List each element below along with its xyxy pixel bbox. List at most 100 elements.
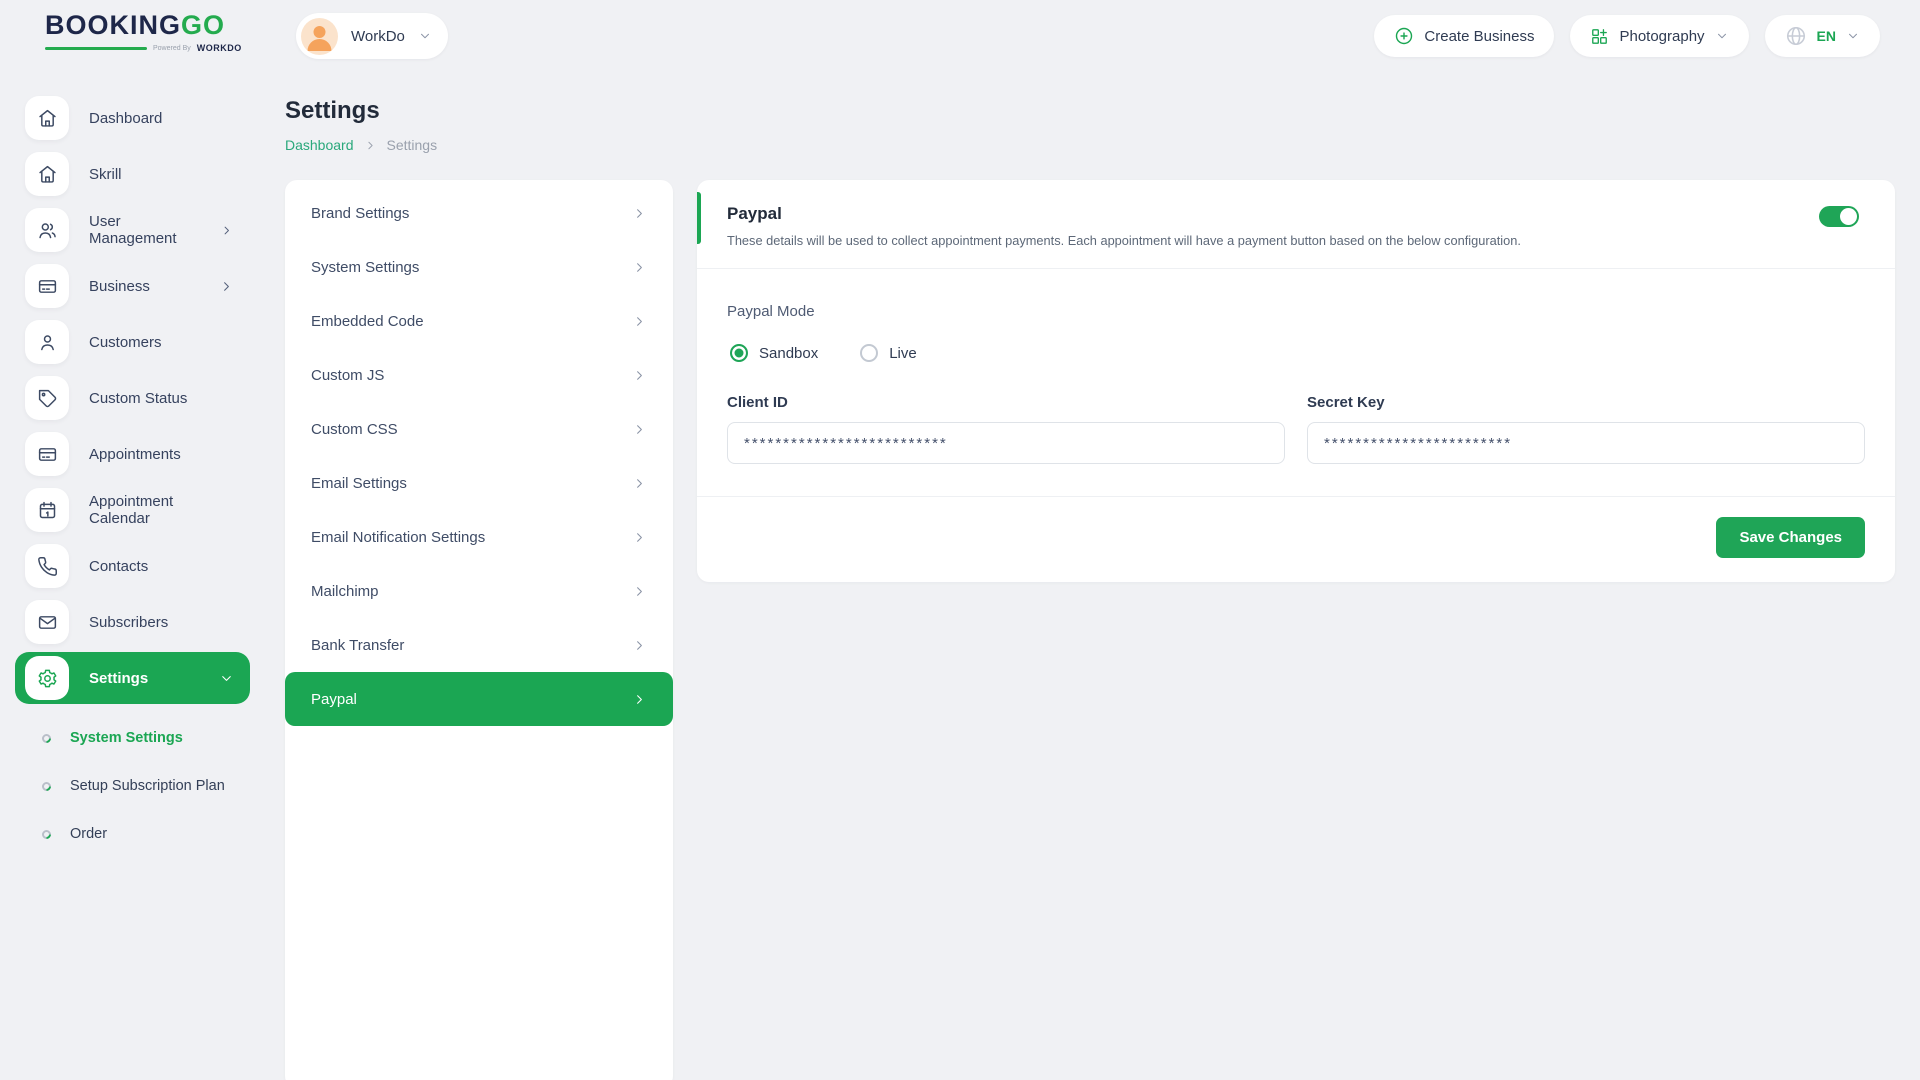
app-logo[interactable]: BOOKINGGO Powered By WORKDO [45,12,242,53]
sidebar-subitem-system-settings[interactable]: System Settings [0,714,262,762]
chevron-right-icon [632,692,647,707]
language-dropdown[interactable]: EN [1765,15,1880,57]
business-type-dropdown[interactable]: Photography [1570,15,1748,57]
settings-menu-item-system-settings[interactable]: System Settings [285,240,673,294]
paypal-mode-radio-live[interactable]: Live [860,344,917,362]
top-header: BOOKINGGO Powered By WORKDO WorkDo Creat… [0,0,1920,72]
paypal-mode-radio-sandbox[interactable]: Sandbox [730,344,818,362]
tag-icon [25,376,69,420]
page-title: Settings [285,97,1895,125]
form-field-client-id: Client ID [727,394,1285,464]
settings-menu-item-brand-settings[interactable]: Brand Settings [285,186,673,240]
chevron-right-icon [632,314,647,329]
breadcrumb-dashboard-link[interactable]: Dashboard [285,137,354,153]
chevron-right-icon [364,139,377,152]
sidebar-nav: Dashboard Skrill User Management Busin [0,92,262,704]
sidebar-item-skrill[interactable]: Skrill [15,148,250,200]
grid-plus-icon [1590,27,1609,46]
sidebar-item-user-management[interactable]: User Management [15,204,250,256]
panel-description: These details will be used to collect ap… [727,233,1859,248]
breadcrumb-current: Settings [387,137,438,153]
calendar-icon [25,488,69,532]
paypal-panel-header: Paypal These details will be used to col… [697,180,1895,268]
home-icon [25,152,69,196]
chevron-down-icon [1715,29,1729,43]
chevron-right-icon [632,638,647,653]
sidebar-item-appointments[interactable]: Appointments [15,428,250,480]
sidebar-item-appointment-calendar[interactable]: Appointment Calendar [15,484,250,536]
chevron-down-icon [219,671,234,686]
sidebar-item-contacts[interactable]: Contacts [15,540,250,592]
create-business-button[interactable]: Create Business [1374,15,1554,57]
language-label: EN [1817,28,1836,44]
user-icon [25,320,69,364]
users-icon [25,208,69,252]
sidebar: Dashboard Skrill User Management Busin [0,92,262,858]
sidebar-item-subscribers[interactable]: Subscribers [15,596,250,648]
chevron-right-icon [632,206,647,221]
phone-icon [25,544,69,588]
save-changes-button[interactable]: Save Changes [1716,517,1865,558]
chevron-down-icon [1846,29,1860,43]
settings-menu-item-email-settings[interactable]: Email Settings [285,456,673,510]
panel-title: Paypal [727,204,1859,224]
secret-key-input[interactable] [1307,422,1865,464]
settings-menu-card: Brand Settings System Settings Embedded … [285,180,673,1080]
workspace-switcher[interactable]: WorkDo [296,13,448,59]
chevron-right-icon [632,530,647,545]
chevron-right-icon [220,223,234,238]
settings-menu-item-paypal[interactable]: Paypal [285,672,673,726]
sidebar-item-business[interactable]: Business [15,260,250,312]
form-field-secret-key: Secret Key [1307,394,1865,464]
globe-icon [1785,25,1807,47]
settings-submenu: System Settings Setup Subscription Plan … [0,714,262,858]
sidebar-subitem-setup-subscription-plan[interactable]: Setup Subscription Plan [0,762,262,810]
bullet-icon [40,732,53,745]
gear-icon [25,656,69,700]
chevron-right-icon [632,368,647,383]
chevron-right-icon [632,476,647,491]
powered-by-label: Powered By [153,45,191,52]
toggle-knob [1840,208,1857,225]
workspace-name: WorkDo [351,28,405,45]
breadcrumb: Dashboard Settings [285,137,1895,153]
paypal-enabled-toggle[interactable] [1819,206,1859,227]
chevron-right-icon [632,584,647,599]
chevron-right-icon [219,279,234,294]
chevron-down-icon [418,29,432,43]
sidebar-item-settings[interactable]: Settings [15,652,250,704]
chevron-right-icon [632,422,647,437]
radio-icon [860,344,878,362]
settings-menu-item-email-notification-settings[interactable]: Email Notification Settings [285,510,673,564]
radio-icon [730,344,748,362]
paypal-mode-group: Sandbox Live [727,344,1865,362]
plus-circle-icon [1394,26,1414,46]
field-label: Secret Key [1307,394,1865,411]
credit-card-icon [25,264,69,308]
avatar [301,18,338,55]
sidebar-item-customers[interactable]: Customers [15,316,250,368]
settings-menu-item-embedded-code[interactable]: Embedded Code [285,294,673,348]
credit-card-icon [25,432,69,476]
mail-icon [25,600,69,644]
powered-by-brand: WORKDO [197,43,242,53]
paypal-panel: Paypal These details will be used to col… [697,180,1895,582]
settings-menu-item-custom-js[interactable]: Custom JS [285,348,673,402]
panel-accent-bar [697,192,701,244]
sidebar-item-custom-status[interactable]: Custom Status [15,372,250,424]
chevron-right-icon [632,260,647,275]
logo-wordmark: BOOKINGGO [45,12,242,39]
home-icon [25,96,69,140]
settings-menu-item-mailchimp[interactable]: Mailchimp [285,564,673,618]
main-content: Settings Dashboard Settings Brand Settin… [285,90,1895,1080]
logo-underline [45,47,147,50]
paypal-mode-label: Paypal Mode [727,303,1865,320]
settings-menu-item-bank-transfer[interactable]: Bank Transfer [285,618,673,672]
sidebar-item-dashboard[interactable]: Dashboard [15,92,250,144]
bullet-icon [40,828,53,841]
bullet-icon [40,780,53,793]
settings-menu-item-custom-css[interactable]: Custom CSS [285,402,673,456]
sidebar-subitem-order[interactable]: Order [0,810,262,858]
field-label: Client ID [727,394,1285,411]
client-id-input[interactable] [727,422,1285,464]
